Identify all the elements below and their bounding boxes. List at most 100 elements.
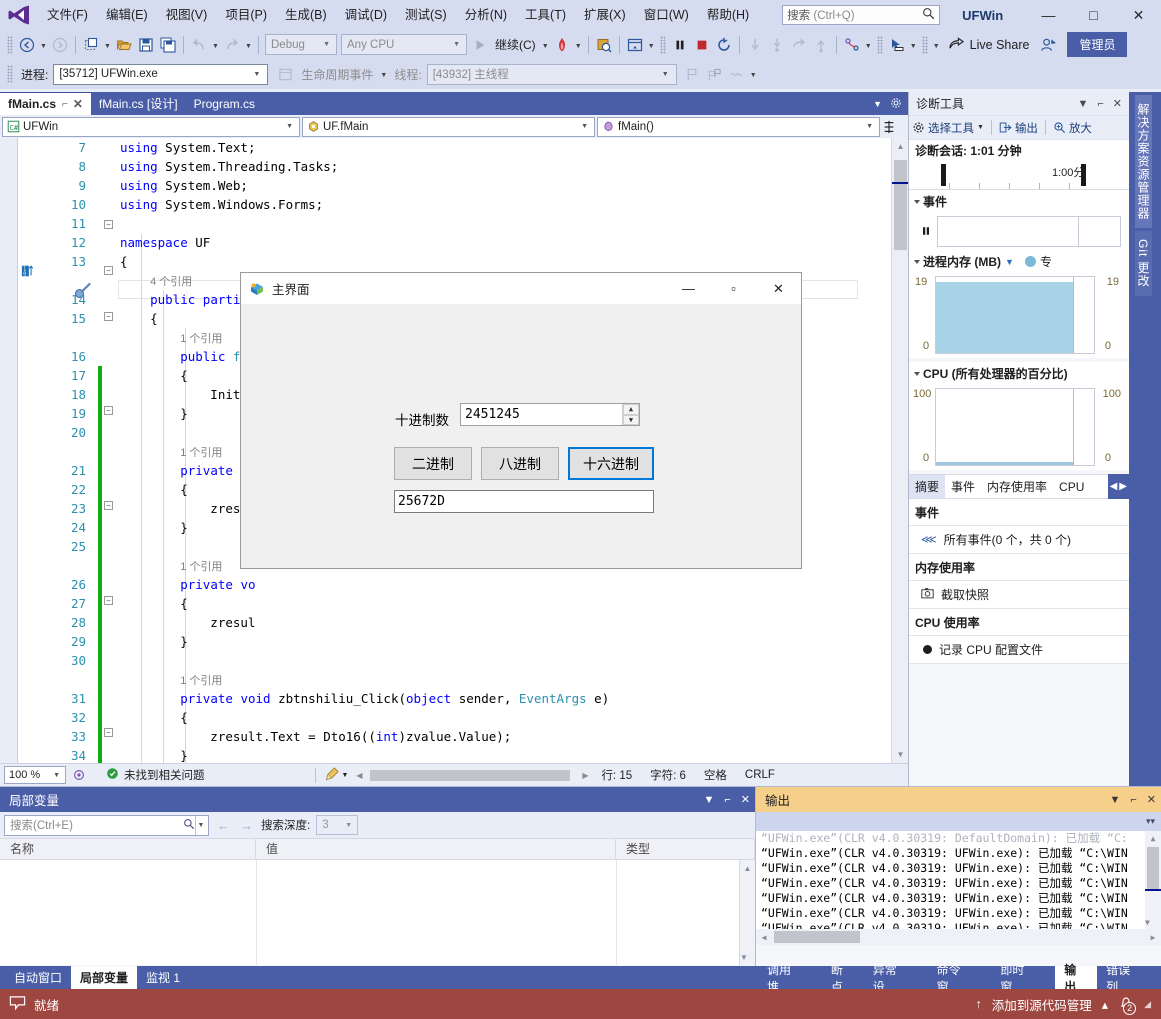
fold-marker-class[interactable]: −: [104, 266, 113, 275]
solution-configuration-select[interactable]: Debug ▼: [265, 34, 337, 55]
send-feedback-icon[interactable]: [1035, 34, 1061, 56]
navbar-member-select[interactable]: fMain() ▼: [597, 116, 880, 137]
layout-dropdown[interactable]: ▼: [646, 34, 657, 56]
navbar-type-select[interactable]: UF.fMain ▼: [302, 116, 595, 137]
selection-dropdown[interactable]: ▼: [908, 34, 919, 56]
hot-reload-icon[interactable]: [551, 34, 573, 56]
redo-icon[interactable]: [221, 34, 243, 56]
select-tools-button[interactable]: 选择工具: [928, 120, 974, 136]
intellicode-icon[interactable]: [66, 768, 92, 782]
code-line[interactable]: private void zbtnshiliu_Click(object sen…: [120, 689, 609, 708]
code-line[interactable]: Initi: [120, 385, 248, 404]
code-line[interactable]: using System.Windows.Forms;: [120, 195, 323, 214]
scroll-down-arrow[interactable]: ▼: [740, 949, 748, 965]
lifecycle-events-label[interactable]: 生命周期事件: [296, 66, 378, 83]
locals-search-input[interactable]: 搜索(Ctrl+E) ▼: [4, 814, 209, 836]
scroll-down-arrow[interactable]: ▼: [892, 746, 909, 763]
scroll-up-arrow[interactable]: ▲: [892, 138, 909, 155]
arrow-left-icon[interactable]: ←: [215, 818, 232, 833]
code-line[interactable]: namespace UF: [120, 233, 210, 252]
step-into-icon[interactable]: [744, 34, 766, 56]
continue-dropdown[interactable]: ▼: [540, 34, 551, 56]
toolbar-grip-4[interactable]: [921, 35, 928, 54]
code-cleanup-icon[interactable]: [323, 766, 342, 784]
spinner-up-button[interactable]: ▲: [623, 404, 639, 415]
vtab-solution-explorer[interactable]: 解决方案资源管理器: [1135, 95, 1152, 228]
output-toolbar-overflow[interactable]: ▾▾: [1146, 816, 1155, 827]
fold-marker-dto2[interactable]: −: [104, 728, 113, 737]
lifecycle-events-icon[interactable]: [274, 63, 296, 85]
chevron-down-icon[interactable]: ▼: [1109, 794, 1120, 806]
pause-icon[interactable]: [669, 34, 691, 56]
code-line[interactable]: zresul: [120, 499, 255, 518]
dialog-close-button[interactable]: ✕: [756, 273, 801, 304]
scrollbar-thumb[interactable]: [894, 160, 907, 250]
play-icon[interactable]: [469, 34, 491, 56]
pin-icon[interactable]: ⌐: [62, 99, 68, 110]
output-vertical-scrollbar[interactable]: ▲ ▼: [1145, 831, 1161, 929]
code-line[interactable]: using System.Text;: [120, 138, 255, 157]
chevron-down-icon[interactable]: ▼: [1077, 98, 1088, 110]
convert-octal-button[interactable]: 八进制: [481, 447, 559, 480]
close-icon[interactable]: ✕: [741, 793, 750, 806]
code-line[interactable]: zresult.Text = Dto16((int)zvalue.Value);: [120, 727, 511, 746]
locals-column-name[interactable]: 名称: [0, 838, 256, 860]
diag-tab-memory[interactable]: 内存使用率: [981, 475, 1053, 498]
code-line[interactable]: public fMa: [120, 347, 255, 366]
hscroll-right-arrow[interactable]: ▶: [578, 771, 592, 780]
locals-column-type[interactable]: 类型: [616, 838, 755, 860]
btab-output[interactable]: 输出: [1055, 963, 1098, 994]
code-line[interactable]: }: [120, 404, 188, 423]
zoom-button[interactable]: 放大: [1069, 120, 1092, 136]
diag-tab-summary[interactable]: 摘要: [909, 475, 946, 498]
fold-marker-m3[interactable]: −: [104, 596, 113, 605]
save-all-icon[interactable]: [157, 34, 179, 56]
show-window-layout-icon[interactable]: [624, 34, 646, 56]
decimal-number-spinner[interactable]: 2451245 ▲ ▼: [460, 403, 640, 426]
editor-vertical-scrollbar[interactable]: ▲ ▼: [891, 138, 909, 763]
btab-locals[interactable]: 局部变量: [71, 966, 138, 989]
chevron-left-icon[interactable]: ◀: [1110, 481, 1118, 492]
lifecycle-dropdown[interactable]: ▼: [378, 63, 389, 85]
code-line[interactable]: using System.Web;: [120, 176, 248, 195]
restart-icon[interactable]: [713, 34, 735, 56]
code-line[interactable]: public partial: [120, 290, 255, 309]
zoom-level-select[interactable]: 100 % ▼: [4, 766, 66, 784]
btab-call-stack[interactable]: 调用堆...: [758, 963, 822, 994]
split-editor-icon[interactable]: [882, 120, 896, 134]
scrollbar-thumb[interactable]: [1147, 847, 1159, 889]
select-tools-dropdown[interactable]: ▼: [977, 124, 984, 131]
continue-button[interactable]: 继续(C): [491, 36, 540, 53]
memory-section-header[interactable]: 进程内存 (MB) ▼ 专: [909, 250, 1129, 272]
undo-dropdown[interactable]: ▼: [210, 34, 221, 56]
menu-extensions[interactable]: 扩展(X): [575, 0, 635, 30]
menu-edit[interactable]: 编辑(E): [97, 0, 157, 30]
timeline-start-marker[interactable]: [941, 164, 946, 186]
pin-icon[interactable]: ⌐: [724, 794, 730, 806]
close-icon[interactable]: ✕: [73, 97, 83, 111]
code-line[interactable]: }: [120, 632, 188, 651]
dialog-title-bar[interactable]: 主界面 — ▫ ✕: [241, 273, 801, 304]
code-cleanup-dropdown[interactable]: ▼: [342, 772, 353, 779]
code-line[interactable]: private vo: [120, 575, 255, 594]
close-icon[interactable]: ✕: [1147, 793, 1156, 806]
minimize-button[interactable]: —: [1026, 0, 1071, 30]
summary-item-take-snapshot[interactable]: 截取快照: [909, 581, 1129, 609]
diag-tab-events[interactable]: 事件: [945, 475, 981, 498]
menu-debug[interactable]: 调试(D): [336, 0, 396, 30]
threads-icon[interactable]: [841, 34, 863, 56]
process-select[interactable]: [35712] UFWin.exe ▼: [53, 63, 269, 85]
menu-help[interactable]: 帮助(H): [698, 0, 758, 30]
filter-icon[interactable]: ▼: [1005, 257, 1014, 267]
menu-analyze[interactable]: 分析(N): [456, 0, 516, 30]
code-line[interactable]: {: [120, 366, 188, 385]
source-control-caret[interactable]: ▴: [1102, 997, 1108, 1012]
global-search-input[interactable]: 搜索 (Ctrl+Q): [782, 5, 941, 25]
undo-icon[interactable]: [188, 34, 210, 56]
flag-icon[interactable]: [682, 63, 704, 85]
step-out-icon[interactable]: [810, 34, 832, 56]
tab-program-cs[interactable]: Program.cs: [186, 92, 263, 115]
code-line[interactable]: {: [120, 309, 158, 328]
convert-binary-button[interactable]: 二进制: [394, 447, 472, 480]
toolbar-overflow[interactable]: ▼: [931, 34, 942, 56]
